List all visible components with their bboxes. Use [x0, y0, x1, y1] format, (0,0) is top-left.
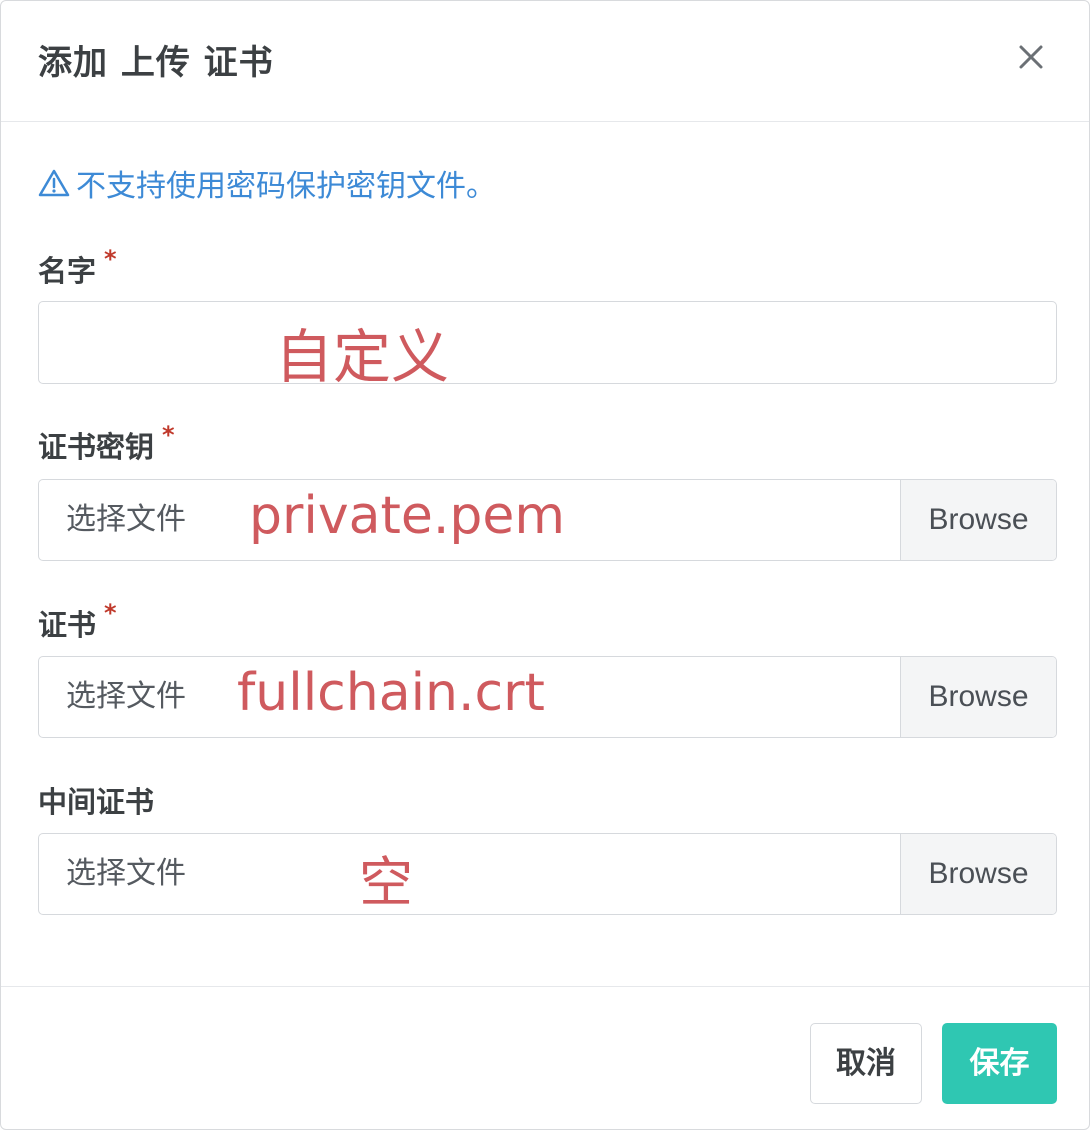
- warning-triangle-icon: [38, 169, 70, 197]
- warning-message: 不支持使用密码保护密钥文件。: [38, 163, 496, 204]
- cancel-button[interactable]: 取消: [810, 1023, 922, 1104]
- warning-text: 不支持使用密码保护密钥文件。: [76, 169, 496, 204]
- required-mark: *: [162, 421, 175, 449]
- required-mark: *: [104, 599, 117, 627]
- intermediate-annotation: 空: [359, 851, 413, 914]
- private-key-label-text: 证书密钥: [38, 430, 155, 464]
- close-button[interactable]: [1009, 35, 1053, 79]
- file-placeholder: 选择文件: [66, 679, 186, 714]
- intermediate-label-text: 中间证书: [38, 785, 155, 819]
- dialog-header: 添加 上传 证书: [1, 1, 1089, 122]
- name-annotation: 自定义: [275, 323, 450, 391]
- file-placeholder: 选择文件: [66, 502, 186, 537]
- intermediate-certificate-label: 中间证书: [38, 779, 154, 821]
- certificate-label: 证书 *: [38, 599, 117, 644]
- footer-divider: [1, 986, 1089, 987]
- private-key-file-input[interactable]: 选择文件 private.pem Browse: [38, 479, 1057, 561]
- certificate-file-input[interactable]: fullchain.crt 选择文件 Browse: [38, 656, 1057, 738]
- private-key-label: 证书密钥 *: [38, 421, 175, 466]
- certificate-annotation: fullchain.crt: [237, 663, 545, 723]
- close-icon: [1019, 45, 1043, 69]
- browse-button[interactable]: Browse: [900, 480, 1056, 560]
- save-button[interactable]: 保存: [942, 1023, 1057, 1104]
- browse-button[interactable]: Browse: [900, 657, 1056, 737]
- browse-button[interactable]: Browse: [900, 834, 1056, 914]
- name-input[interactable]: 自定义: [38, 301, 1057, 391]
- name-label-text: 名字: [38, 254, 97, 288]
- private-key-annotation: private.pem: [249, 486, 566, 546]
- name-label: 名字 *: [38, 245, 117, 290]
- required-mark: *: [104, 245, 117, 273]
- intermediate-certificate-file-input[interactable]: 选择文件 空 Browse: [38, 833, 1057, 915]
- file-placeholder: 选择文件: [66, 856, 186, 891]
- add-certificate-dialog: 添加 上传 证书 不支持使用密码保护密钥文件。 名字 * 自定义 证书密钥 * …: [0, 0, 1090, 1130]
- certificate-label-text: 证书: [38, 608, 97, 642]
- dialog-title: 添加 上传 证书: [38, 43, 274, 83]
